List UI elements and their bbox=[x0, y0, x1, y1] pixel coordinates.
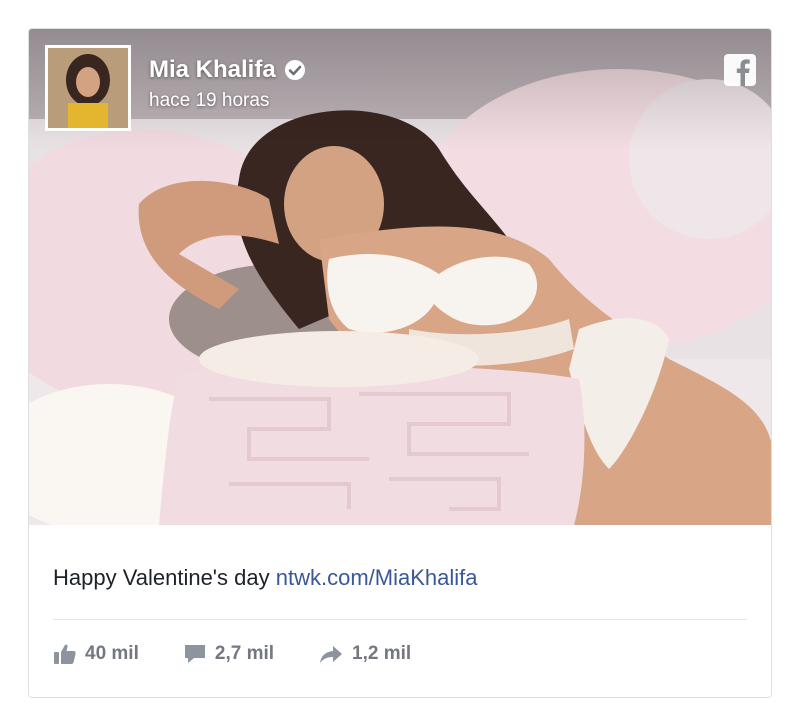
avatar-illustration bbox=[48, 48, 128, 128]
comments-count: 2,7 mil bbox=[214, 643, 275, 664]
caption-link[interactable]: ntwk.com/MiaKhalifa bbox=[276, 565, 478, 590]
post-caption: Happy Valentine's day ntwk.com/MiaKhalif… bbox=[53, 565, 477, 591]
header-gradient bbox=[29, 29, 771, 149]
author-block: Mia Khalifa hace 19 horas bbox=[149, 56, 306, 112]
likes-count: 40 mil bbox=[85, 643, 139, 664]
avatar[interactable] bbox=[45, 45, 131, 131]
divider bbox=[53, 619, 747, 620]
share-action[interactable]: 1,2 mil bbox=[318, 643, 411, 665]
facebook-icon[interactable] bbox=[723, 53, 757, 87]
post-photo[interactable]: Mia Khalifa hace 19 horas bbox=[29, 29, 771, 525]
comment-icon bbox=[184, 645, 205, 663]
thumbs-up-icon bbox=[54, 644, 76, 664]
post-timestamp[interactable]: hace 19 horas bbox=[149, 90, 306, 112]
shares-count: 1,2 mil bbox=[352, 643, 412, 664]
author-name[interactable]: Mia Khalifa bbox=[149, 56, 276, 84]
facebook-post-card: Mia Khalifa hace 19 horas Happy Valentin… bbox=[28, 28, 772, 698]
post-actions: 40 mil 2,7 mil 1,2 mil bbox=[53, 643, 455, 665]
comment-action[interactable]: 2,7 mil bbox=[183, 643, 274, 665]
like-action[interactable]: 40 mil bbox=[53, 643, 139, 665]
verified-check-icon bbox=[284, 59, 306, 81]
share-arrow-icon bbox=[320, 646, 343, 663]
caption-text: Happy Valentine's day bbox=[53, 565, 270, 590]
author-row: Mia Khalifa bbox=[149, 56, 306, 84]
